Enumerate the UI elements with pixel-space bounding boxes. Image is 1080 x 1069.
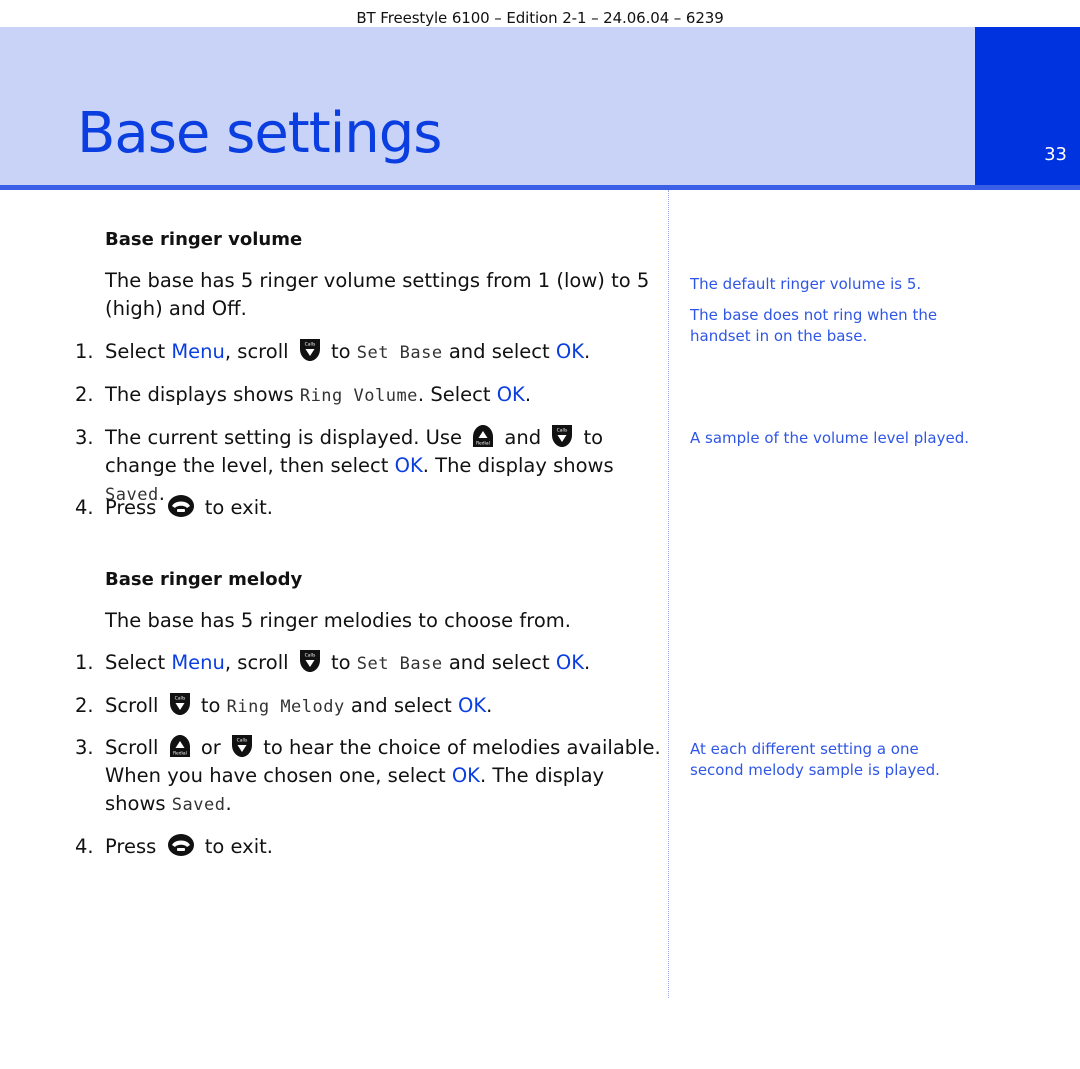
side-note: At each different setting a one second m… [690, 740, 940, 779]
display-text: Ring Volume [299, 386, 418, 406]
banner-rule [0, 185, 1080, 190]
step-number: 1. [75, 340, 94, 363]
step-text: . The display shows [422, 454, 614, 477]
step-text: . Select [417, 383, 497, 406]
step-text: . [584, 651, 591, 674]
step-text: Scroll [105, 694, 165, 717]
step-text: to [194, 694, 227, 717]
step-text: Scroll [105, 736, 165, 759]
page-title: Base settings [77, 101, 442, 166]
ok-keyword: OK [451, 764, 480, 787]
section-intro-ringer-volume: The base has 5 ringer volume settings fr… [105, 269, 650, 320]
step-text: , scroll [224, 340, 295, 363]
step-text: The current setting is displayed. Use [105, 426, 469, 449]
redial-up-key-icon [169, 734, 191, 758]
step-item: 1. Select Menu, scroll to Set Base and s… [75, 649, 665, 678]
display-text: Set Base [356, 654, 443, 674]
step-text: to [324, 651, 357, 674]
menu-keyword: Menu [171, 340, 225, 363]
step-text: . [225, 792, 232, 815]
step-number: 4. [75, 496, 94, 519]
column-divider [668, 190, 669, 998]
step-text: and select [442, 340, 556, 363]
ok-keyword: OK [496, 383, 525, 406]
end-call-key-icon [167, 494, 195, 518]
display-text: Ring Melody [226, 697, 345, 717]
step-text: or [194, 736, 228, 759]
step-item: 2. The displays shows Ring Volume. Selec… [75, 381, 665, 410]
step-number: 4. [75, 835, 94, 858]
step-text: and [498, 426, 548, 449]
step-text: Press [105, 835, 163, 858]
calls-down-key-icon [169, 692, 191, 716]
ok-keyword: OK [457, 694, 487, 717]
page-number: 33 [1044, 144, 1067, 165]
step-text: and select [344, 694, 458, 717]
step-text: The displays shows [105, 383, 300, 406]
step-text: Select [105, 340, 172, 363]
calls-down-key-icon [551, 424, 573, 448]
display-text: Set Base [356, 343, 443, 363]
calls-down-key-icon [299, 338, 321, 362]
step-item: 4. Press to exit. [75, 833, 665, 861]
step-number: 2. [75, 383, 94, 406]
step-number: 1. [75, 651, 94, 674]
step-number: 3. [75, 736, 94, 759]
end-call-key-icon [167, 833, 195, 857]
section-heading-ringer-volume: Base ringer volume [105, 229, 303, 250]
side-note: The default ringer volume is 5. [690, 275, 922, 293]
calls-down-key-icon [299, 649, 321, 673]
ok-keyword: OK [555, 340, 584, 363]
step-text: and select [442, 651, 556, 674]
side-note: A sample of the volume level played. [690, 429, 969, 447]
side-note: The base does not ring when the handset … [690, 306, 938, 345]
ok-keyword: OK [555, 651, 584, 674]
step-text: . [524, 383, 532, 406]
step-text: . [584, 340, 591, 363]
section-intro-ringer-melody: The base has 5 ringer melodies to choose… [105, 609, 571, 632]
section-heading-ringer-melody: Base ringer melody [105, 569, 303, 590]
redial-up-key-icon [472, 424, 494, 448]
step-item: 4. Press to exit. [75, 494, 665, 522]
step-text: Select [105, 651, 172, 674]
step-text: to exit. [198, 835, 273, 858]
step-text: to [324, 340, 357, 363]
step-item: 2. Scroll to Ring Melody and select OK. [75, 692, 665, 721]
menu-keyword: Menu [171, 651, 225, 674]
step-text: Press [105, 496, 163, 519]
step-number: 2. [75, 694, 94, 717]
step-text: to exit. [198, 496, 273, 519]
step-item: 3. Scroll or to hear the choice of melod… [75, 734, 665, 819]
ok-keyword: OK [394, 454, 423, 477]
step-text: . [486, 694, 493, 717]
step-number: 3. [75, 426, 94, 449]
step-text: , scroll [224, 651, 295, 674]
display-text: Saved [171, 795, 226, 815]
calls-down-key-icon [231, 734, 253, 758]
running-header: BT Freestyle 6100 – Edition 2-1 – 24.06.… [356, 9, 724, 27]
step-item: 1. Select Menu, scroll to Set Base and s… [75, 338, 665, 367]
